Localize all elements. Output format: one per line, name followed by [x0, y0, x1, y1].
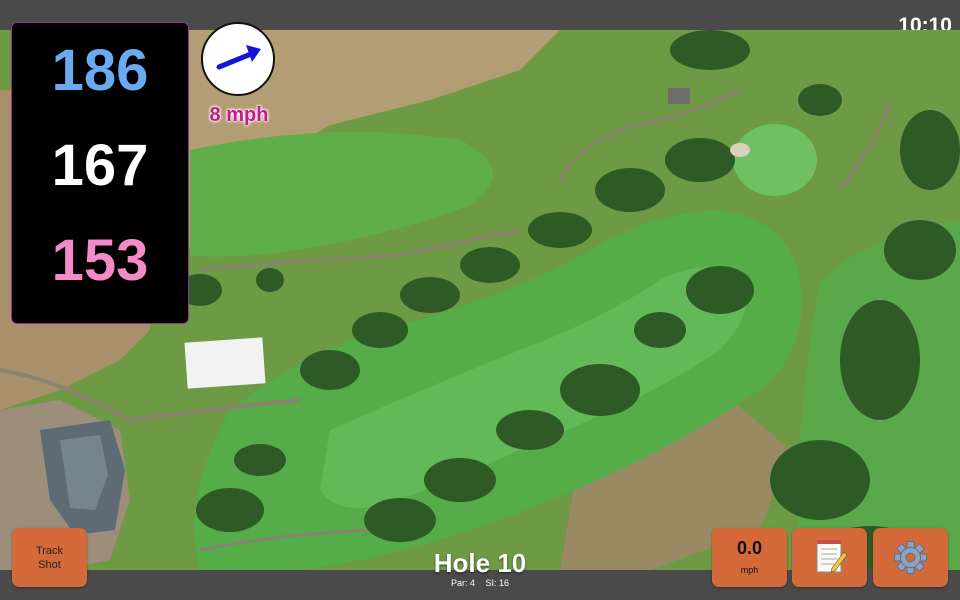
track-shot-button[interactable]: Track Shot [12, 528, 87, 587]
back-of-green-distance: 186 [51, 38, 149, 103]
front-of-green-distance: 153 [51, 228, 149, 293]
settings-button[interactable] [873, 528, 948, 587]
notes-button[interactable] [792, 528, 867, 587]
distance-panel: 186 167 153 [11, 22, 189, 324]
wind-direction-indicator [201, 22, 275, 96]
speed-value: 0.0 [736, 538, 763, 558]
arrow-east-northeast-icon [216, 45, 261, 70]
gear-icon [894, 541, 927, 574]
track-shot-label-line1: Track [35, 544, 64, 557]
wind-speed-label: 8 mph [209, 104, 269, 126]
stroke-index-label: SI: 16 [485, 578, 510, 588]
hole-info: Par: 4 SI: 16 [380, 578, 580, 588]
speed-button[interactable]: 0.0 mph [712, 528, 787, 587]
track-shot-label-line2: Shot [38, 558, 61, 571]
notepad-icon [816, 540, 848, 573]
par-label: Par: 4 [450, 578, 475, 588]
hole-title: Hole 10 [433, 548, 527, 578]
speed-unit: mph [740, 565, 759, 575]
middle-of-green-distance: 167 [51, 133, 149, 198]
